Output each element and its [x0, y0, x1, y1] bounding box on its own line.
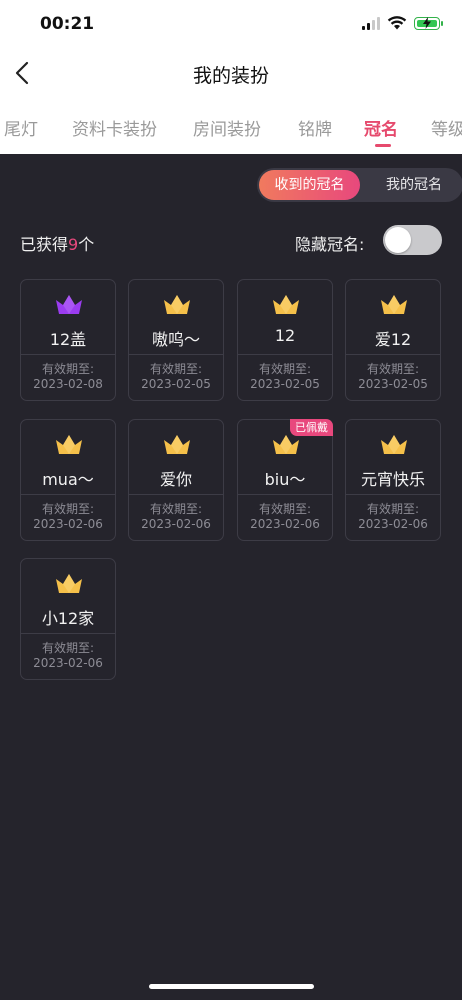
title-card[interactable]: 爱你有效期至: 2023-02-06 — [128, 419, 224, 541]
title-name: 爱你 — [159, 470, 192, 489]
valid-until-label: 有效期至: — [258, 502, 312, 516]
gold-crown-icon — [164, 295, 190, 314]
valid-until-label: 有效期至: — [41, 362, 95, 376]
worn-badge: 已佩戴 — [290, 419, 333, 436]
tab-room-decor[interactable]: 房间装扮 — [193, 115, 261, 140]
battery-charging-icon — [414, 16, 443, 30]
valid-until-label: 有效期至: — [149, 502, 203, 516]
title-name: mua～ — [42, 470, 94, 489]
wifi-icon — [387, 16, 407, 30]
title-name: 12盖 — [49, 330, 87, 349]
valid-until-date: 2023-02-05 — [141, 377, 211, 391]
valid-until-date: 2023-02-06 — [358, 517, 428, 531]
title-card[interactable]: 爱12 有效期至: 2023-02-05 — [345, 279, 441, 401]
page-title: 我的装扮 — [192, 65, 269, 87]
title-card[interactable]: 元宵快乐有效期至: 2023-02-06 — [345, 419, 441, 541]
valid-until-date: 2023-02-05 — [358, 377, 428, 391]
title-card[interactable]: biu～ 有效期至: 2023-02-06 已佩戴 — [237, 419, 333, 541]
valid-until-label: 有效期至: — [41, 502, 95, 516]
gold-crown-icon — [56, 435, 82, 454]
valid-until-date: 2023-02-06 — [250, 517, 320, 531]
hide-title-toggle[interactable] — [383, 225, 442, 255]
status-time: 00:21 — [40, 14, 95, 34]
header-area: 00:21 我的装扮 尾灯 资料卡装扮 房间装扮 铭牌 冠名 等级 — [0, 0, 462, 154]
tab-tail-light[interactable]: 尾灯 — [4, 115, 38, 140]
title-card[interactable]: 12盖有效期至: 2023-02-08 — [20, 279, 116, 401]
card-divider — [238, 494, 332, 495]
tab-level[interactable]: 等级 — [431, 115, 462, 140]
segment-control: 收到的冠名 我的冠名 — [257, 168, 462, 202]
title-card[interactable]: 12 有效期至: 2023-02-05 — [237, 279, 333, 401]
card-divider — [346, 354, 440, 355]
home-indicator — [149, 984, 314, 989]
purple-crown-icon — [56, 295, 82, 314]
cellular-signal-icon — [362, 16, 380, 30]
title-card[interactable]: 嗷呜～ 有效期至: 2023-02-05 — [128, 279, 224, 401]
title-card[interactable]: mua～ 有效期至: 2023-02-06 — [20, 419, 116, 541]
gold-crown-icon — [164, 435, 190, 454]
tab-nameplate[interactable]: 铭牌 — [298, 115, 332, 140]
gold-crown-icon — [273, 435, 299, 454]
gold-crown-icon — [273, 295, 299, 314]
gold-crown-icon — [381, 435, 407, 454]
segment-mine[interactable]: 我的冠名 — [367, 170, 461, 200]
obtained-count: 已获得9个 — [20, 231, 94, 255]
count-prefix: 已获得 — [20, 235, 69, 254]
count-suffix: 个 — [78, 235, 95, 254]
valid-until-label: 有效期至: — [366, 362, 420, 376]
status-icons — [362, 16, 443, 30]
active-tab-indicator — [375, 144, 391, 147]
card-divider — [21, 633, 115, 634]
card-divider — [129, 354, 223, 355]
title-name: 小12家 — [41, 609, 95, 628]
gold-crown-icon — [381, 295, 407, 314]
title-name: 元宵快乐 — [360, 470, 425, 489]
gold-crown-icon — [56, 574, 82, 593]
card-divider — [21, 494, 115, 495]
title-card[interactable]: 小12家有效期至: 2023-02-06 — [20, 558, 116, 680]
segment-received[interactable]: 收到的冠名 — [259, 170, 360, 200]
valid-until-date: 2023-02-06 — [141, 517, 211, 531]
card-divider — [21, 354, 115, 355]
tab-bar: 尾灯 资料卡装扮 房间装扮 铭牌 冠名 等级 — [0, 98, 462, 154]
title-name: 12 — [274, 326, 296, 345]
valid-until-label: 有效期至: — [41, 641, 95, 655]
valid-until-label: 有效期至: — [366, 502, 420, 516]
card-divider — [129, 494, 223, 495]
valid-until-label: 有效期至: — [149, 362, 203, 376]
valid-until-date: 2023-02-08 — [33, 377, 103, 391]
tab-profile-card[interactable]: 资料卡装扮 — [72, 115, 157, 140]
valid-until-label: 有效期至: — [258, 362, 312, 376]
hide-title-label: 隐藏冠名: — [295, 235, 365, 254]
valid-until-date: 2023-02-05 — [250, 377, 320, 391]
count-number: 9 — [68, 235, 79, 254]
card-divider — [346, 494, 440, 495]
title-name: 嗷呜～ — [151, 330, 200, 349]
title-name: biu～ — [264, 470, 306, 489]
valid-until-date: 2023-02-06 — [33, 656, 103, 670]
card-divider — [238, 354, 332, 355]
valid-until-date: 2023-02-06 — [33, 517, 103, 531]
title-name: 爱12 — [374, 330, 412, 349]
tab-title-naming[interactable]: 冠名 — [364, 115, 398, 140]
